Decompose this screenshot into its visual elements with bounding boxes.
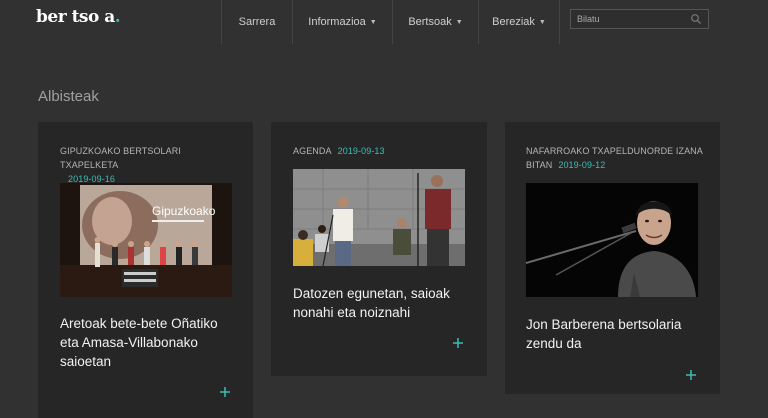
plus-icon[interactable] — [219, 386, 231, 398]
card-category: NAFARROAKO TXAPELDUNORDE IZANA BITAN 2019… — [526, 144, 706, 172]
logo-text: ber tso a — [36, 7, 115, 27]
card-image[interactable] — [526, 183, 698, 297]
search-input[interactable] — [577, 12, 687, 26]
card-date: 2019-09-13 — [337, 146, 385, 156]
card-title[interactable]: Aretoak bete-bete Oñatiko eta Amasa-Vill… — [60, 314, 235, 371]
nav-item-label: Bertsoak — [408, 16, 452, 28]
plus-icon[interactable] — [685, 369, 697, 381]
nav-item-label: Bereziak — [492, 16, 535, 28]
card-category-label: NAFARROAKO TXAPELDUNORDE IZANA BITAN — [526, 146, 703, 170]
card-title[interactable]: Datozen egunetan, saioak nonahi eta noiz… — [293, 284, 473, 322]
news-card[interactable]: AGENDA 2019-09-13 Datozen egunetan, saioa… — [271, 122, 487, 376]
caret-down-icon: ▼ — [538, 18, 546, 26]
nav-item-sarrera[interactable]: Sarrera — [221, 0, 292, 44]
card-category-label: GIPUZKOAKO BERTSOLARI TXAPELKETA — [60, 146, 181, 170]
nav-item-label: Informazioa — [308, 16, 366, 28]
singer-portrait-photo — [526, 183, 698, 297]
site-header: ber tso a. Sarrera Informazioa ▼ Bertsoak… — [0, 0, 768, 44]
banner-text: Gipuzkoako — [152, 204, 216, 218]
nav-item-bertsoak[interactable]: Bertsoak ▼ — [392, 0, 478, 44]
caret-down-icon: ▼ — [369, 18, 377, 26]
street-performers-photo — [293, 169, 465, 266]
main-nav: Sarrera Informazioa ▼ Bertsoak ▼ Bereziak ▼ — [221, 0, 560, 44]
card-image[interactable]: Gipuzkoako — [60, 183, 232, 297]
nav-item-informazioa[interactable]: Informazioa ▼ — [292, 0, 392, 44]
search-icon[interactable] — [690, 13, 702, 25]
card-date: 2019-09-12 — [558, 160, 606, 170]
contest-stage-photo: Gipuzkoako — [60, 183, 232, 297]
news-card[interactable]: NAFARROAKO TXAPELDUNORDE IZANA BITAN 2019… — [505, 122, 720, 394]
logo-dot: . — [114, 7, 121, 27]
plus-icon[interactable] — [452, 337, 464, 349]
site-logo[interactable]: ber tso a. — [36, 7, 121, 27]
nav-item-bereziak[interactable]: Bereziak ▼ — [478, 0, 560, 44]
card-category: AGENDA 2019-09-13 — [293, 144, 473, 158]
nav-item-label: Sarrera — [238, 16, 276, 28]
card-category: GIPUZKOAKO BERTSOLARI TXAPELKETA 2019-09-… — [60, 144, 240, 186]
section-title: Albisteak — [38, 88, 99, 105]
news-card[interactable]: GIPUZKOAKO BERTSOLARI TXAPELKETA 2019-09-… — [38, 122, 253, 418]
card-image[interactable] — [293, 169, 465, 266]
card-title[interactable]: Jon Barberena bertsolaria zendu da — [526, 315, 706, 353]
card-category-label: AGENDA — [293, 146, 332, 156]
caret-down-icon: ▼ — [455, 18, 463, 26]
search-box — [570, 9, 709, 29]
